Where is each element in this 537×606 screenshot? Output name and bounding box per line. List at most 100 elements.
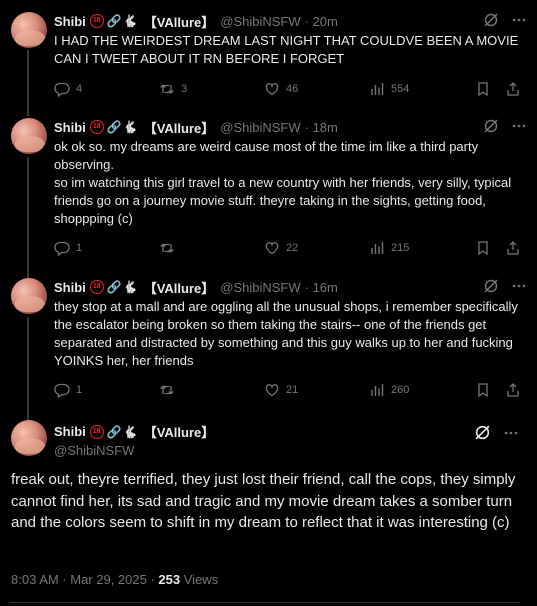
name-tag: 【VAllure】	[143, 425, 215, 440]
avatar[interactable]	[11, 420, 47, 456]
more-icon[interactable]	[511, 118, 527, 134]
retweet-button[interactable]	[159, 382, 264, 398]
grok-icon[interactable]	[483, 278, 499, 294]
handle[interactable]: @ShibiNSFW	[220, 14, 300, 29]
reply-count: 1	[76, 242, 83, 254]
more-icon[interactable]	[503, 425, 519, 441]
bookmark-icon[interactable]	[475, 240, 491, 256]
handle[interactable]: @ShibiNSFW	[220, 120, 300, 135]
like-count: 46	[286, 83, 299, 95]
tweet-meta: 8:03 AM · Mar 29, 2025 · 253 Views	[11, 572, 218, 587]
avatar[interactable]	[11, 118, 47, 154]
avatar[interactable]	[11, 278, 47, 314]
tweet-text: ok ok so. my dreams are weird cause most…	[54, 138, 523, 228]
like-button[interactable]: 22	[264, 240, 369, 256]
display-name[interactable]: Shibi	[54, 120, 86, 135]
views-button[interactable]: 554	[369, 81, 473, 97]
reply-button[interactable]: 1	[54, 382, 159, 398]
tweet-text: I HAD THE WEIRDEST DREAM LAST NIGHT THAT…	[54, 33, 519, 66]
tweet-actions: 1 21 260	[54, 381, 521, 399]
reply-count: 1	[76, 384, 83, 396]
share-icon[interactable]	[505, 81, 521, 97]
name-tag: 【VAllure】	[143, 14, 215, 30]
more-icon[interactable]	[511, 278, 527, 294]
views-label: Views	[183, 572, 219, 587]
age-badge: 18	[89, 14, 104, 28]
link-emoji-icon: 🔗	[106, 424, 122, 439]
share-icon[interactable]	[505, 240, 521, 256]
timestamp[interactable]: · 18m	[305, 120, 338, 135]
views-count: 554	[391, 83, 410, 95]
bunny-emoji-icon: 🐇	[122, 120, 138, 134]
timestamp[interactable]: · 16m	[305, 280, 338, 295]
name-tag: 【VAllure】	[143, 120, 215, 136]
age-badge: 18	[89, 424, 104, 439]
name-tag: 【VAllure】	[143, 280, 215, 296]
tweet-header: Shibi 18 🔗 🐇 【VAllure】 @ShibiNSFW · 18m	[54, 118, 527, 136]
retweet-icon	[160, 385, 174, 395]
tweet-text-line: so im watching this girl travel to a new…	[54, 175, 512, 226]
share-icon[interactable]	[505, 382, 521, 398]
views-icon	[371, 384, 384, 396]
like-button[interactable]: 21	[264, 382, 369, 398]
age-badge: 18	[89, 280, 104, 294]
like-icon	[265, 83, 279, 96]
retweet-button[interactable]	[159, 240, 264, 256]
divider	[10, 602, 520, 603]
timestamp[interactable]: · 20m	[305, 14, 338, 29]
link-emoji-icon: 🔗	[106, 280, 122, 294]
bookmark-icon[interactable]	[475, 382, 491, 398]
timestamp[interactable]: 8:03 AM · Mar 29, 2025 ·	[11, 572, 155, 587]
retweet-button[interactable]: 3	[159, 81, 264, 97]
retweet-icon	[160, 243, 174, 253]
handle[interactable]: @ShibiNSFW	[54, 443, 214, 458]
views-count: 215	[391, 242, 410, 254]
tweet[interactable]: Shibi 18 🔗 🐇 【VAllure】 @ShibiNSFW · 18m …	[0, 106, 537, 266]
display-name[interactable]: Shibi	[54, 424, 86, 439]
tweet-text-line: ok ok so. my dreams are weird cause most…	[54, 139, 479, 172]
reply-count: 4	[76, 83, 83, 95]
bookmark-icon[interactable]	[475, 81, 491, 97]
views-icon	[371, 242, 384, 254]
like-count: 21	[286, 384, 299, 396]
avatar[interactable]	[11, 12, 47, 48]
focused-tweet[interactable]: Shibi 18 🔗 🐇 【VAllure】 @ShibiNSFW freak …	[0, 410, 537, 606]
bunny-emoji-icon: 🐇	[122, 424, 138, 439]
bunny-emoji-icon: 🐇	[122, 14, 138, 28]
like-button[interactable]: 46	[264, 81, 369, 97]
tweet[interactable]: Shibi 18 🔗 🐇 【VAllure】 @ShibiNSFW · 20m …	[0, 0, 537, 110]
link-emoji-icon: 🔗	[106, 14, 122, 28]
views-icon	[371, 83, 384, 95]
reply-icon	[54, 82, 70, 97]
like-icon	[265, 384, 279, 397]
bunny-emoji-icon: 🐇	[122, 280, 138, 294]
views-button[interactable]: 260	[369, 382, 473, 398]
views-count: 253	[158, 572, 181, 587]
like-icon	[265, 242, 279, 255]
tweet-header: Shibi 18 🔗 🐇 【VAllure】 @ShibiNSFW	[54, 422, 214, 458]
grok-icon[interactable]	[474, 424, 491, 441]
handle[interactable]: @ShibiNSFW	[220, 280, 300, 295]
grok-icon[interactable]	[483, 118, 499, 134]
tweet-actions: 4 3 46 554	[54, 80, 521, 98]
display-name[interactable]: Shibi	[54, 14, 86, 29]
retweet-count: 3	[181, 83, 188, 95]
tweet-header: Shibi 18 🔗 🐇 【VAllure】 @ShibiNSFW · 20m	[54, 12, 527, 30]
display-name[interactable]: Shibi	[54, 280, 86, 295]
reply-button[interactable]: 1	[54, 240, 159, 256]
age-badge: 18	[89, 120, 104, 134]
reply-icon	[54, 241, 70, 256]
retweet-icon	[160, 84, 174, 94]
views-count: 260	[391, 384, 410, 396]
more-icon[interactable]	[511, 12, 527, 28]
tweet-header: Shibi 18 🔗 🐇 【VAllure】 @ShibiNSFW · 16m	[54, 278, 527, 296]
tweet-text: they stop at a mall and are oggling all …	[54, 299, 518, 368]
tweet-actions: 1 22 215	[54, 239, 521, 257]
grok-icon[interactable]	[483, 12, 499, 28]
tweet[interactable]: Shibi 18 🔗 🐇 【VAllure】 @ShibiNSFW · 16m …	[0, 266, 537, 410]
tweet-text: freak out, theyre terrified, they just l…	[11, 471, 516, 531]
like-count: 22	[286, 242, 299, 254]
views-button[interactable]: 215	[369, 240, 473, 256]
reply-button[interactable]: 4	[54, 81, 159, 97]
link-emoji-icon: 🔗	[106, 120, 122, 134]
